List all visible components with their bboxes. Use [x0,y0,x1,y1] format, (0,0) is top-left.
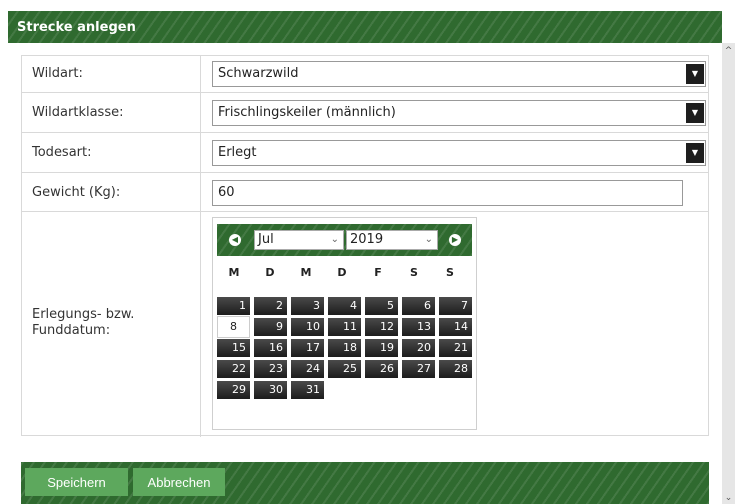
calendar-day[interactable]: 13 [402,318,435,336]
wildart-select[interactable]: Schwarzwild ▼ [212,61,706,87]
todesart-value: Erlegt [218,145,257,160]
row-datum: Erlegungs- bzw. Funddatum: ◀ Jul ⌄ 2019 … [22,212,708,437]
row-gewicht: Gewicht (Kg): 60 [22,173,708,212]
calendar-day[interactable]: 11 [328,318,361,336]
month-select[interactable]: Jul ⌄ [254,230,344,250]
cancel-button[interactable]: Abbrechen [133,468,225,496]
dropdown-arrow-icon[interactable]: ▼ [686,103,704,123]
save-button[interactable]: Speichern [25,468,128,496]
calendar-day[interactable]: 18 [328,339,361,357]
dropdown-arrow-icon[interactable]: ▼ [686,64,704,84]
month-value: Jul [258,232,274,247]
calendar-day[interactable]: 21 [439,339,472,357]
weekday-label: M [300,266,312,279]
next-month-icon[interactable]: ▶ [449,234,461,246]
wildartklasse-value: Frischlingskeiler (männlich) [218,105,396,120]
year-value: 2019 [350,232,384,247]
row-wildartklasse: Wildartklasse: Frischlingskeiler (männli… [22,93,708,133]
calendar-day[interactable]: 16 [254,339,287,357]
calendar-day[interactable]: 7 [439,297,472,315]
todesart-label: Todesart: [32,145,92,160]
calendar-day[interactable]: 10 [291,318,324,336]
scroll-down-icon[interactable]: ⌄ [722,492,735,504]
weekday-label: F [374,266,382,279]
calendar-day[interactable]: 30 [254,381,287,399]
calendar-day[interactable]: 2 [254,297,287,315]
weekday-row: MDMDFSS [217,266,477,282]
scrollbar[interactable]: ^ ⌄ [722,43,735,504]
calendar-day[interactable]: 3 [291,297,324,315]
wildartklasse-select[interactable]: Frischlingskeiler (männlich) ▼ [212,100,706,126]
calendar-day[interactable]: 22 [217,360,250,378]
calendar-day[interactable]: 26 [365,360,398,378]
calendar-day[interactable]: 9 [254,318,287,336]
todesart-select[interactable]: Erlegt ▼ [212,140,706,166]
calendar-day[interactable]: 6 [402,297,435,315]
weekday-label: D [337,266,347,279]
calendar-day[interactable]: 24 [291,360,324,378]
datepicker-header: ◀ Jul ⌄ 2019 ⌄ ▶ [217,224,472,256]
dialog-footer: Speichern Abbrechen [21,462,709,504]
weekday-label: D [265,266,275,279]
calendar-day[interactable]: 27 [402,360,435,378]
form-table: Wildart: Schwarzwild ▼ Wildartklasse: Fr… [21,55,709,437]
calendar-day[interactable]: 19 [365,339,398,357]
wildartklasse-label: Wildartklasse: [32,105,124,120]
weekday-label: S [446,266,454,279]
calendar-day[interactable]: 23 [254,360,287,378]
chevron-down-icon: ⌄ [424,234,433,245]
calendar-day[interactable]: 12 [365,318,398,336]
chevron-down-icon: ⌄ [330,234,339,245]
row-todesart: Todesart: Erlegt ▼ [22,133,708,173]
calendar-day[interactable]: 25 [328,360,361,378]
dialog-title: Strecke anlegen [17,20,136,35]
calendar-day[interactable]: 4 [328,297,361,315]
calendar-day[interactable]: 28 [439,360,472,378]
wildart-value: Schwarzwild [218,66,299,81]
calendar-day[interactable]: 17 [291,339,324,357]
calendar-day[interactable]: 20 [402,339,435,357]
row-wildart: Wildart: Schwarzwild ▼ [22,56,708,93]
scroll-up-icon[interactable]: ^ [722,45,735,57]
datum-label: Erlegungs- bzw. Funddatum: [32,307,135,338]
gewicht-value: 60 [218,185,235,200]
wildart-label: Wildart: [32,66,83,81]
calendar-day[interactable]: 15 [217,339,250,357]
calendar-day[interactable]: 31 [291,381,324,399]
weekday-label: M [228,266,240,279]
calendar-day[interactable]: 29 [217,381,250,399]
gewicht-input[interactable]: 60 [212,180,683,206]
prev-month-icon[interactable]: ◀ [229,234,241,246]
calendar-day[interactable]: 5 [365,297,398,315]
gewicht-label: Gewicht (Kg): [32,185,121,200]
datepicker: ◀ Jul ⌄ 2019 ⌄ ▶ MDMDFSS 1 2 3 4 5 6 7 8 9 10 11 12… [212,217,477,430]
calendar-day[interactable]: 1 [217,297,250,315]
dialog-header: Strecke anlegen [8,11,722,43]
calendar-day[interactable]: 14 [439,318,472,336]
calendar-day[interactable]: 8 [217,316,250,338]
weekday-label: S [410,266,418,279]
dropdown-arrow-icon[interactable]: ▼ [686,143,704,163]
year-select[interactable]: 2019 ⌄ [346,230,438,250]
